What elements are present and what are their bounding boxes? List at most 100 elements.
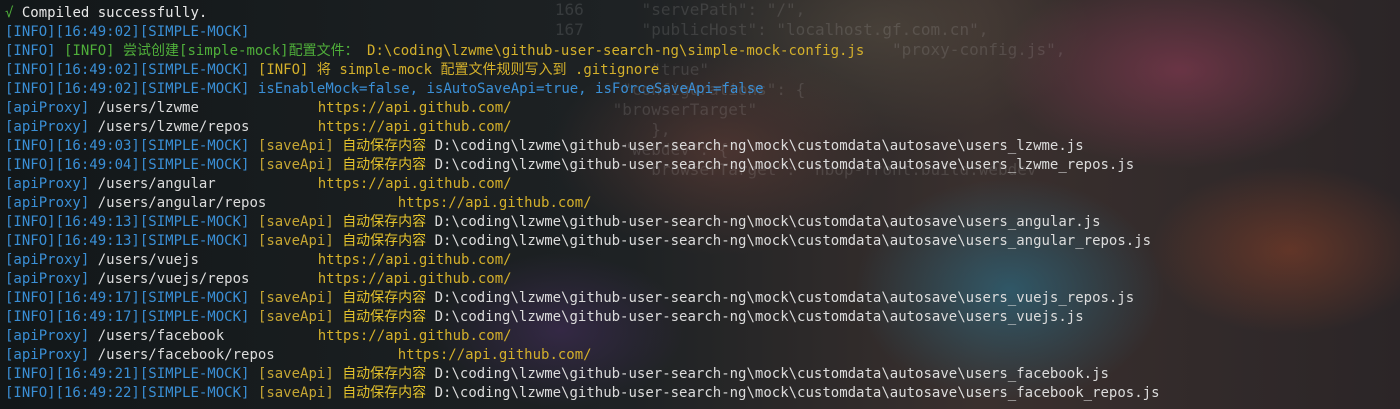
save-api-tag: [saveApi] <box>257 309 334 325</box>
info-tag: [INFO] <box>5 366 56 382</box>
api-proxy-tag: [apiProxy] <box>5 252 90 268</box>
log-line: [INFO][16:49:13][SIMPLE-MOCK] [saveApi] … <box>5 213 1160 232</box>
api-proxy-tag: [apiProxy] <box>5 100 90 116</box>
proxy-target-url: https://api.github.com/ <box>317 271 512 287</box>
save-message: 自动保存内容 <box>342 138 427 154</box>
saved-file-path: D:\coding\lzwme\github-user-search-ng\mo… <box>434 309 1084 325</box>
log-line: [INFO] [INFO] 尝试创建[simple-mock]配置文件： D:\… <box>5 42 1160 61</box>
log-line: [apiProxy] /users/lzwme/repos https://api… <box>5 118 1160 137</box>
info-tag: [INFO] <box>5 233 56 249</box>
log-timestamp: [16:49:13] <box>55 233 140 249</box>
save-api-tag: [saveApi] <box>257 366 334 382</box>
log-timestamp: [16:49:17] <box>55 290 140 306</box>
info-tag: [INFO] <box>5 309 56 325</box>
log-line: [apiProxy] /users/angular https://api.git… <box>5 175 1160 194</box>
saved-file-path: D:\coding\lzwme\github-user-search-ng\mo… <box>434 290 1135 306</box>
simple-mock-tag: [SIMPLE-MOCK] <box>139 233 250 249</box>
api-proxy-tag: [apiProxy] <box>5 271 90 287</box>
save-message: 自动保存内容 <box>342 157 427 173</box>
check-icon: √ <box>5 5 14 21</box>
info-tag: [INFO] <box>5 43 56 59</box>
log-line: [apiProxy] /users/lzwme https://api.githu… <box>5 99 1160 118</box>
info-tag: [INFO] <box>5 138 56 154</box>
simple-mock-tag: [SIMPLE-MOCK] <box>139 62 250 78</box>
log-timestamp: [16:49:21] <box>55 366 140 382</box>
save-api-tag: [saveApi] <box>257 385 334 401</box>
saved-file-path: D:\coding\lzwme\github-user-search-ng\mo… <box>434 233 1152 249</box>
api-proxy-tag: [apiProxy] <box>5 176 90 192</box>
api-proxy-tag: [apiProxy] <box>5 347 90 363</box>
simple-mock-tag: [SIMPLE-MOCK] <box>139 309 250 325</box>
terminal-window[interactable]: 166 "servePath": "/", 167 "publicHost": … <box>0 0 1400 409</box>
info-tag: [INFO] <box>5 62 56 78</box>
info-tag: [INFO] <box>5 385 56 401</box>
save-api-tag: [saveApi] <box>257 233 334 249</box>
api-proxy-tag: [apiProxy] <box>5 328 90 344</box>
proxy-target-url: https://api.github.com/ <box>317 176 512 192</box>
simple-mock-tag: [SIMPLE-MOCK] <box>139 24 250 40</box>
info-tag: [INFO] <box>5 157 56 173</box>
log-line: [apiProxy] /users/vuejs/repos https://api… <box>5 270 1160 289</box>
save-api-tag: [saveApi] <box>257 290 334 306</box>
proxy-target-url: https://api.github.com/ <box>397 195 592 211</box>
log-timestamp: [16:49:02] <box>55 81 140 97</box>
log-line: [INFO][16:49:17][SIMPLE-MOCK] [saveApi] … <box>5 308 1160 327</box>
log-line: [INFO][16:49:22][SIMPLE-MOCK] [saveApi] … <box>5 384 1160 403</box>
simple-mock-tag: [SIMPLE-MOCK] <box>139 157 250 173</box>
save-api-tag: [saveApi] <box>257 157 334 173</box>
log-line: [apiProxy] /users/facebook/repos https://… <box>5 346 1160 365</box>
log-line: [INFO][16:49:13][SIMPLE-MOCK] [saveApi] … <box>5 232 1160 251</box>
gitignore-message: [INFO] 将 simple-mock 配置文件规则写入到 .gitignor… <box>257 62 660 78</box>
log-line: [INFO][16:49:02][SIMPLE-MOCK] <box>5 23 1160 42</box>
proxy-path: /users/vuejs <box>97 252 199 268</box>
proxy-target-url: https://api.github.com/ <box>317 328 512 344</box>
log-timestamp: [16:49:02] <box>55 24 140 40</box>
saved-file-path: D:\coding\lzwme\github-user-search-ng\mo… <box>434 214 1101 230</box>
simple-mock-tag: [SIMPLE-MOCK] <box>139 214 250 230</box>
proxy-path: /users/lzwme <box>97 100 199 116</box>
log-timestamp: [16:49:17] <box>55 309 140 325</box>
simple-mock-tag: [SIMPLE-MOCK] <box>139 138 250 154</box>
terminal-output: √ Compiled successfully. [INFO][16:49:02]… <box>5 4 1160 403</box>
log-line: [INFO][16:49:21][SIMPLE-MOCK] [saveApi] … <box>5 365 1160 384</box>
config-path: D:\coding\lzwme\github-user-search-ng\si… <box>367 43 865 59</box>
info-tag: [INFO] <box>5 290 56 306</box>
log-timestamp: [16:49:02] <box>55 62 140 78</box>
proxy-target-url: https://api.github.com/ <box>317 119 512 135</box>
log-timestamp: [16:49:04] <box>55 157 140 173</box>
log-line: [INFO][16:49:17][SIMPLE-MOCK] [saveApi] … <box>5 289 1160 308</box>
proxy-path: /users/angular/repos <box>97 195 267 211</box>
save-message: 自动保存内容 <box>342 366 427 382</box>
compiled-message: Compiled successfully. <box>21 5 208 21</box>
log-line: √ Compiled successfully. <box>5 4 1160 23</box>
save-message: 自动保存内容 <box>342 309 427 325</box>
log-timestamp: [16:49:13] <box>55 214 140 230</box>
proxy-target-url: https://api.github.com/ <box>317 252 512 268</box>
log-line: [INFO][16:49:02][SIMPLE-MOCK] [INFO] 将 s… <box>5 61 1160 80</box>
config-create-message: [INFO] 尝试创建[simple-mock]配置文件： <box>64 43 359 59</box>
info-tag: [INFO] <box>5 81 56 97</box>
saved-file-path: D:\coding\lzwme\github-user-search-ng\mo… <box>434 385 1160 401</box>
mock-flags: isEnableMock=false, isAutoSaveApi=true, … <box>257 81 764 97</box>
info-tag: [INFO] <box>5 214 56 230</box>
api-proxy-tag: [apiProxy] <box>5 195 90 211</box>
log-line: [INFO][16:49:03][SIMPLE-MOCK] [saveApi] … <box>5 137 1160 156</box>
log-timestamp: [16:49:22] <box>55 385 140 401</box>
save-message: 自动保存内容 <box>342 290 427 306</box>
log-line: [apiProxy] /users/facebook https://api.gi… <box>5 327 1160 346</box>
proxy-path: /users/lzwme/repos <box>97 119 250 135</box>
proxy-path: /users/vuejs/repos <box>97 271 250 287</box>
log-line: [INFO][16:49:02][SIMPLE-MOCK] isEnableMo… <box>5 80 1160 99</box>
save-message: 自动保存内容 <box>342 214 427 230</box>
proxy-target-url: https://api.github.com/ <box>397 347 592 363</box>
proxy-path: /users/facebook/repos <box>97 347 275 363</box>
simple-mock-tag: [SIMPLE-MOCK] <box>139 81 250 97</box>
save-message: 自动保存内容 <box>342 385 427 401</box>
simple-mock-tag: [SIMPLE-MOCK] <box>139 385 250 401</box>
info-tag: [INFO] <box>5 24 56 40</box>
log-line: [apiProxy] /users/vuejs https://api.githu… <box>5 251 1160 270</box>
save-message: 自动保存内容 <box>342 233 427 249</box>
proxy-target-url: https://api.github.com/ <box>317 100 512 116</box>
log-timestamp: [16:49:03] <box>55 138 140 154</box>
save-api-tag: [saveApi] <box>257 214 334 230</box>
